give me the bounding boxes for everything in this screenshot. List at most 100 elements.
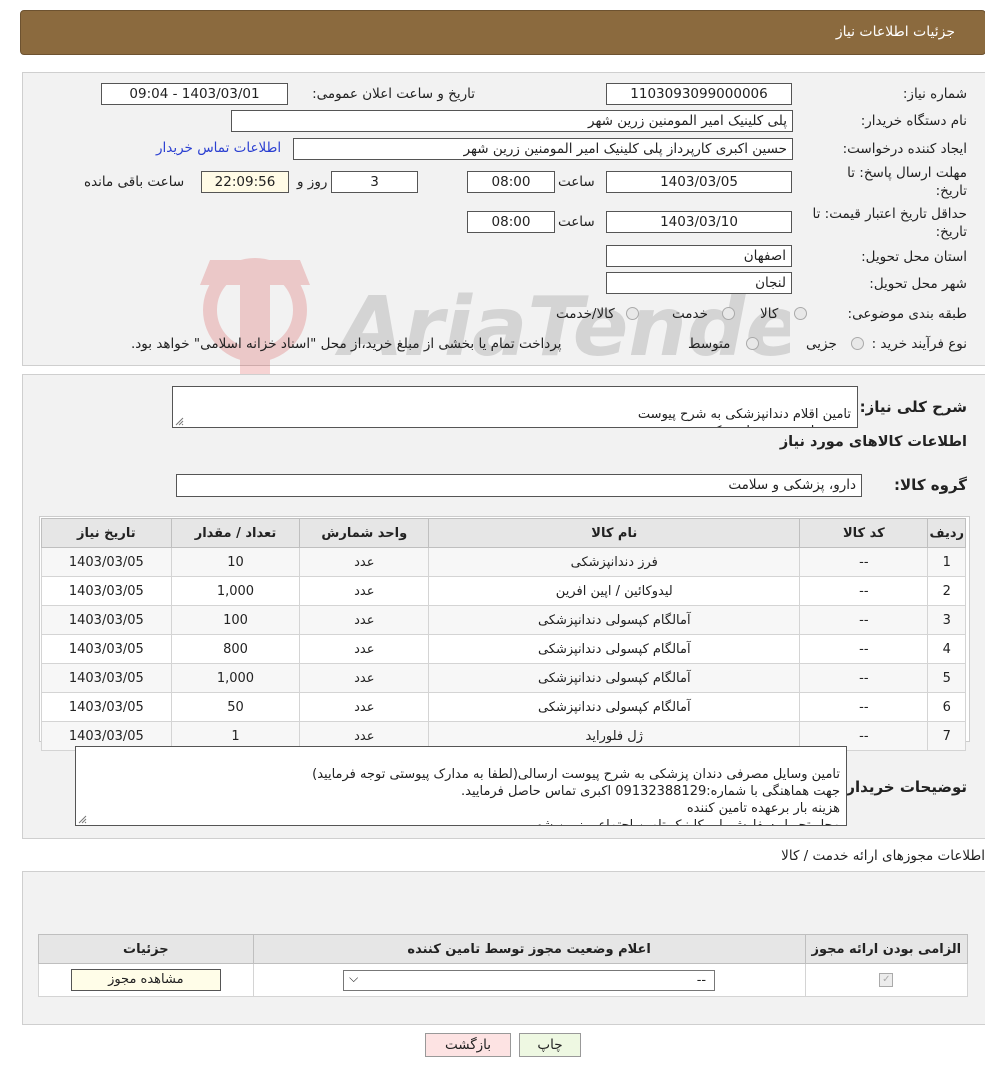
col-permit-status: اعلام وضعیت مجوز توسط تامین کننده	[252, 934, 806, 964]
need-date-cell: 1403/03/05	[41, 692, 172, 722]
process-medium-label: متوسط	[688, 336, 731, 352]
process-minor-radio[interactable]	[851, 337, 864, 350]
row-number-cell: 2	[927, 576, 966, 606]
row-number-cell: 6	[927, 692, 966, 722]
remaining-label: ساعت باقی مانده	[84, 174, 185, 190]
table-row: 4 -- آمالگام کپسولی دندانپزشکی عدد 800 1403/0…	[41, 634, 966, 664]
category-goods-radio[interactable]	[794, 307, 807, 320]
unit-cell: عدد	[299, 576, 430, 606]
remaining-time-field: 22:09:56	[201, 171, 289, 193]
deadline-label-date: تاریخ:	[935, 183, 967, 199]
buyer-label: نام دستگاه خریدار:	[860, 113, 967, 129]
remaining-days-field: 3	[331, 171, 418, 193]
need-number-label: شماره نیاز:	[902, 86, 967, 102]
view-permit-button[interactable]: مشاهده مجوز	[70, 969, 221, 991]
description-label: شرح کلی نیاز:	[859, 398, 967, 416]
item-name-cell: آمالگام کپسولی دندانپزشکی	[428, 634, 801, 664]
days-label: روز و	[297, 174, 328, 190]
description-textarea[interactable]: تامین اقلام دندانپزشکی به شرح پیوست هزین…	[172, 386, 858, 428]
validity-label: حداقل تاریخ اعتبار قیمت: تا	[812, 206, 967, 222]
row-number-cell: 1	[927, 547, 966, 577]
permits-section-title: اطلاعات مجوزهای ارائه خدمت / کالا	[781, 848, 985, 864]
payment-note: پرداخت تمام یا بخشی از مبلغ خرید،از محل …	[131, 336, 562, 352]
process-minor-label: جزیی	[806, 336, 837, 352]
validity-time-label: ساعت	[558, 214, 595, 230]
buyer-field: پلی کلینیک امیر المومنین زرین شهر	[231, 110, 793, 132]
unit-cell: عدد	[299, 547, 430, 577]
quantity-cell: 1,000	[170, 663, 301, 693]
category-both-label: کالا/خدمت	[556, 306, 615, 322]
chevron-down-icon: ⌵	[349, 970, 359, 985]
item-name-cell: فرز دندانپزشکی	[428, 547, 801, 577]
item-code-cell: --	[799, 634, 929, 664]
resize-grip-icon[interactable]	[175, 417, 184, 426]
col-date: تاریخ نیاز	[41, 518, 172, 548]
quantity-cell: 800	[170, 634, 301, 664]
permit-required-checkbox[interactable]: ✓	[879, 973, 894, 987]
buyer-notes-text: تامین وسایل مصرفی دندان پزشکی به شرح پیو…	[312, 767, 840, 826]
deadline-time-label: ساعت	[558, 174, 595, 190]
unit-cell: عدد	[299, 663, 430, 693]
table-row: 5 -- آمالگام کپسولی دندانپزشکی عدد 1,000 1403…	[41, 663, 966, 693]
province-label: استان محل تحویل:	[861, 249, 967, 265]
city-field: لنجان	[606, 272, 792, 294]
category-label: طبقه بندی موضوعی:	[847, 306, 967, 322]
item-name-cell: آمالگام کپسولی دندانپزشکی	[428, 692, 801, 722]
category-both-radio[interactable]	[626, 307, 639, 320]
creator-field: حسین اکبری کارپرداز پلی کلینیک امیر المو…	[293, 138, 793, 160]
need-date-cell: 1403/03/05	[41, 634, 172, 664]
table-row: 3 -- آمالگام کپسولی دندانپزشکی عدد 100 1403/0…	[41, 605, 966, 635]
permit-status-select[interactable]: -- ⌵	[343, 969, 716, 991]
print-button[interactable]: چاپ	[519, 1033, 581, 1057]
buyer-notes-label: توضیحات خریدار:	[840, 778, 967, 796]
process-medium-radio[interactable]	[746, 337, 759, 350]
col-row: ردیف	[927, 518, 966, 548]
col-name: نام کالا	[428, 518, 801, 548]
buyer-notes-textarea[interactable]: تامین وسایل مصرفی دندان پزشکی به شرح پیو…	[75, 746, 847, 826]
quantity-cell: 100	[170, 605, 301, 635]
page-title: جزئیات اطلاعات نیاز	[835, 24, 955, 40]
watermark-text: AriaTender.neT	[334, 280, 790, 375]
row-number-cell: 7	[927, 721, 966, 751]
resize-grip-icon[interactable]	[78, 815, 87, 824]
item-name-cell: آمالگام کپسولی دندانپزشکی	[428, 663, 801, 693]
creator-label: ایجاد کننده درخواست:	[842, 141, 967, 157]
announce-field: 1403/03/01 - 09:04	[101, 83, 288, 105]
col-unit: واحد شمارش	[299, 518, 430, 548]
goods-group-label: گروه کالا:	[894, 476, 967, 494]
deadline-date-field: 1403/03/05	[606, 171, 792, 193]
table-row: 6 -- آمالگام کپسولی دندانپزشکی عدد 50 1403/03…	[41, 692, 966, 722]
category-service-radio[interactable]	[722, 307, 735, 320]
validity-time-field: 08:00	[467, 211, 555, 233]
permit-status-value: --	[696, 972, 707, 988]
back-button[interactable]: بازگشت	[425, 1033, 511, 1057]
item-code-cell: --	[799, 692, 929, 722]
need-date-cell: 1403/03/05	[41, 547, 172, 577]
table-row: 2 -- لیدوکائین / اپین افرین عدد 1,000 1403/03…	[41, 576, 966, 606]
col-permit-required: الزامی بودن ارائه مجوز	[804, 934, 969, 964]
row-number-cell: 4	[927, 634, 966, 664]
deadline-label: مهلت ارسال پاسخ: تا	[847, 165, 967, 181]
quantity-cell: 10	[170, 547, 301, 577]
col-permit-details: جزئیات	[38, 934, 254, 964]
item-code-cell: --	[799, 576, 929, 606]
items-table: ردیف کد کالا نام کالا واحد شمارش تعداد /…	[41, 518, 966, 751]
permits-table: الزامی بودن ارائه مجوز اعلام وضعیت مجوز …	[38, 934, 969, 997]
goods-section-title: اطلاعات کالاهای مورد نیاز	[779, 434, 967, 450]
row-number-cell: 5	[927, 663, 966, 693]
need-date-cell: 1403/03/05	[41, 605, 172, 635]
validity-date-field: 1403/03/10	[606, 211, 792, 233]
item-name-cell: لیدوکائین / اپین افرین	[428, 576, 801, 606]
province-field: اصفهان	[606, 245, 792, 267]
item-code-cell: --	[799, 605, 929, 635]
buyer-contact-link[interactable]: اطلاعات تماس خریدار	[156, 140, 281, 156]
quantity-cell: 1,000	[170, 576, 301, 606]
page-header: جزئیات اطلاعات نیاز	[20, 10, 985, 55]
deadline-time-field: 08:00	[467, 171, 555, 193]
row-number-cell: 3	[927, 605, 966, 635]
goods-group-field: دارو، پزشکی و سلامت	[176, 474, 862, 497]
unit-cell: عدد	[299, 605, 430, 635]
unit-cell: عدد	[299, 692, 430, 722]
description-text: تامین اقلام دندانپزشکی به شرح پیوست هزین…	[637, 407, 851, 427]
col-code: کد کالا	[799, 518, 929, 548]
